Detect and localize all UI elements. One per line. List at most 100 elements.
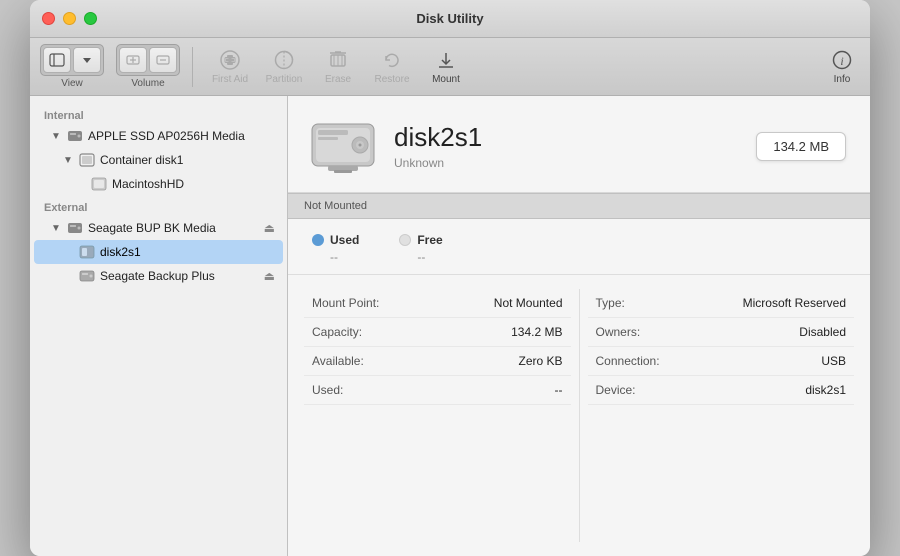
status-bar: Not Mounted <box>288 193 870 219</box>
info-row: Owners:Disabled <box>588 318 855 347</box>
sidebar-item-apple-ssd[interactable]: ▼ APPLE SSD AP0256H Media <box>34 124 283 148</box>
info-row-value: Microsoft Reserved <box>743 296 846 310</box>
sidebar-item-label: Container disk1 <box>100 153 275 167</box>
info-row: Capacity: 134.2 MB <box>304 318 571 347</box>
container-icon <box>78 151 96 169</box>
info-label: Info <box>834 74 851 85</box>
title-bar: Disk Utility <box>30 0 870 38</box>
first-aid-label: First Aid <box>212 74 248 85</box>
sidebar-section-internal: Internal <box>30 104 287 124</box>
mount-label: Mount <box>432 74 460 85</box>
info-button[interactable]: i Info <box>824 46 860 87</box>
backup-volume-icon <box>78 267 96 285</box>
erase-icon <box>327 48 349 72</box>
expand-seagate-icon: ▼ <box>50 222 62 234</box>
sidebar-item-seagate-backup-plus[interactable]: ▶ Seagate Backup Plus ⏏ <box>34 264 283 288</box>
first-aid-button[interactable]: First Aid <box>205 46 255 87</box>
sidebar-item-container-disk1[interactable]: ▼ Container disk1 <box>34 148 283 172</box>
sidebar-item-seagate-bup[interactable]: ▼ Seagate BUP BK Media ⏏ <box>34 216 283 240</box>
detail-panel: disk2s1 Unknown 134.2 MB Not Mounted Use… <box>288 96 870 556</box>
sidebar-item-label: Seagate BUP BK Media <box>88 221 256 235</box>
volume-add-button[interactable] <box>119 47 147 73</box>
info-row-label: Capacity: <box>312 325 362 339</box>
usage-free-label: Free <box>399 233 442 247</box>
status-label: Not Mounted <box>304 200 367 212</box>
restore-label: Restore <box>374 74 409 85</box>
info-row-value: disk2s1 <box>805 383 846 397</box>
info-row: Used: -- <box>304 376 571 405</box>
info-divider <box>579 289 580 542</box>
volume-label: Volume <box>131 78 164 89</box>
info-row: Connection:USB <box>588 347 855 376</box>
usage-free: Free -- <box>399 233 442 264</box>
free-dot <box>399 234 411 246</box>
info-row-value: Zero KB <box>518 354 562 368</box>
info-row: Available: Zero KB <box>304 347 571 376</box>
info-row-label: Available: <box>312 354 364 368</box>
partition-label: Partition <box>266 74 303 85</box>
view-sidebar-button[interactable] <box>43 47 71 73</box>
partition-icon <box>273 48 295 72</box>
sidebar-item-label: disk2s1 <box>100 245 275 259</box>
view-label: View <box>61 78 83 89</box>
info-row-value: 134.2 MB <box>511 325 562 339</box>
maximize-button[interactable] <box>84 12 97 25</box>
info-row: Type:Microsoft Reserved <box>588 289 855 318</box>
usage-area: Used -- Free -- <box>288 219 870 275</box>
detail-size-badge: 134.2 MB <box>756 132 846 161</box>
restore-button[interactable]: Restore <box>367 46 417 87</box>
usage-used: Used -- <box>312 233 359 264</box>
expand-container-icon: ▼ <box>62 154 74 166</box>
window-controls <box>42 12 97 25</box>
volume-icon <box>90 175 108 193</box>
toolbar: View Volume <box>30 38 870 96</box>
partition-button[interactable]: Partition <box>259 46 309 87</box>
sidebar-item-label: MacintoshHD <box>112 177 275 191</box>
sidebar-item-macintoshhd[interactable]: ▶ MacintoshHD <box>34 172 283 196</box>
info-row-value: -- <box>555 383 563 397</box>
sidebar-item-label: Seagate Backup Plus <box>100 269 256 283</box>
erase-button[interactable]: Erase <box>313 46 363 87</box>
main-content: Internal ▼ APPLE SSD AP0256H Media ▼ <box>30 96 870 556</box>
view-dropdown-button[interactable] <box>73 47 101 73</box>
used-dot <box>312 234 324 246</box>
volume-remove-button[interactable] <box>149 47 177 73</box>
sidebar-section-external: External <box>30 196 287 216</box>
mount-icon <box>435 48 457 72</box>
erase-label: Erase <box>325 74 351 85</box>
window-title: Disk Utility <box>416 11 483 26</box>
external-drive-icon <box>66 219 84 237</box>
first-aid-icon <box>219 48 241 72</box>
disk-image-icon <box>308 116 378 176</box>
info-row-label: Device: <box>596 383 636 397</box>
sidebar-item-disk2s1[interactable]: ▶ disk2s1 <box>34 240 283 264</box>
svg-text:i: i <box>840 54 843 68</box>
mount-button[interactable]: Mount <box>421 46 471 87</box>
detail-disk-name: disk2s1 <box>394 122 740 153</box>
volume-btn-group <box>116 44 180 76</box>
minimize-button[interactable] <box>63 12 76 25</box>
info-row-value: Disabled <box>799 325 846 339</box>
eject-icon[interactable]: ⏏ <box>260 221 275 235</box>
info-icon: i <box>832 48 852 72</box>
partition-vol-icon <box>78 243 96 261</box>
usage-used-value: -- <box>312 250 359 264</box>
sidebar-item-label: APPLE SSD AP0256H Media <box>88 129 275 143</box>
drive-icon <box>66 127 84 145</box>
info-grid: Mount Point:Not Mounted Capacity: 134.2 MB… <box>288 275 870 556</box>
info-row: Mount Point:Not Mounted <box>304 289 571 318</box>
restore-icon <box>381 48 403 72</box>
info-row: Device: disk2s1 <box>588 376 855 405</box>
toolbar-separator-1 <box>192 47 193 87</box>
usage-used-label: Used <box>312 233 359 247</box>
app-window: Disk Utility View <box>30 0 870 556</box>
detail-name-area: disk2s1 Unknown <box>394 122 740 169</box>
sidebar: Internal ▼ APPLE SSD AP0256H Media ▼ <box>30 96 288 556</box>
detail-disk-type: Unknown <box>394 156 740 170</box>
usage-free-value: -- <box>399 250 442 264</box>
info-row-label: Mount Point: <box>312 296 379 310</box>
eject-backup-icon[interactable]: ⏏ <box>260 269 275 283</box>
info-row-label: Used: <box>312 383 343 397</box>
close-button[interactable] <box>42 12 55 25</box>
info-col-right: Type:Microsoft ReservedOwners:DisabledCo… <box>588 289 855 542</box>
